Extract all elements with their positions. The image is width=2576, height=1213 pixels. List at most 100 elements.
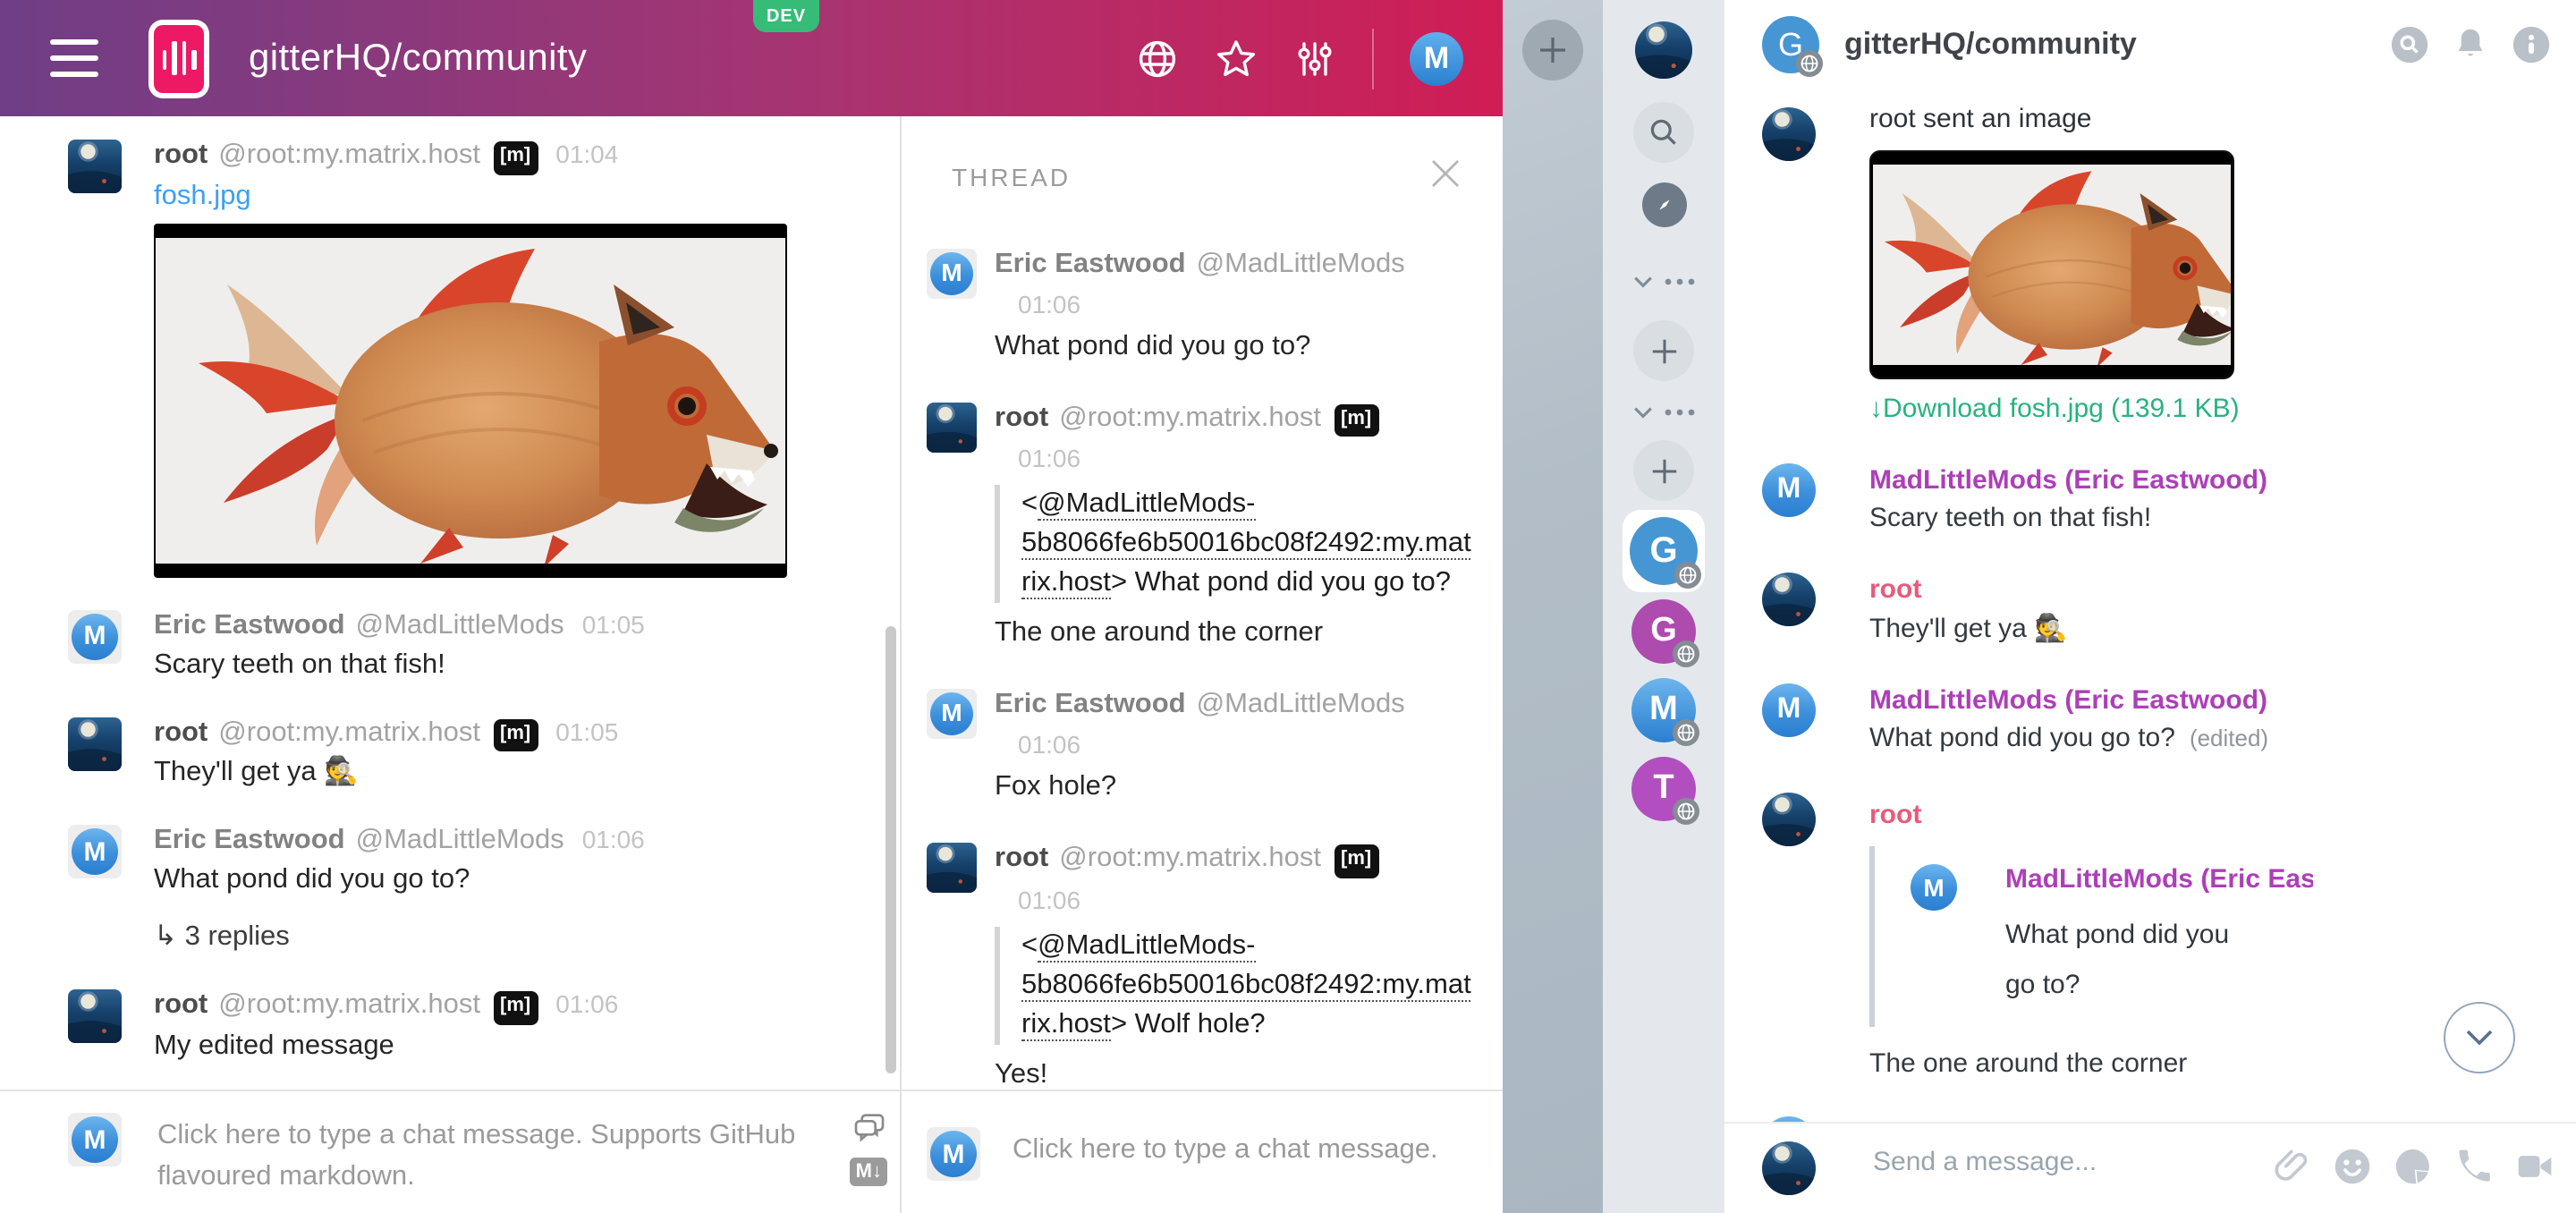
notifications-bell-icon[interactable] (2451, 25, 2490, 64)
element-room-header: G gitterHQ/community (1724, 0, 2576, 89)
public-globe-icon (1673, 798, 1699, 825)
voice-call-phone-icon[interactable] (2454, 1147, 2494, 1186)
avatar[interactable]: M (927, 249, 977, 299)
sender-name[interactable]: root (154, 140, 208, 170)
sender-handle: @MadLittleMods (1197, 249, 1405, 279)
chat-message: root@root:my.matrix.host[m]01:06 My edit… (0, 975, 900, 1083)
sender-name[interactable]: root (154, 717, 208, 747)
user-avatar[interactable] (1635, 21, 1692, 79)
thread-message: root@root:my.matrix.host[m] 01:06 <@MadL… (902, 825, 1503, 1090)
avatar[interactable]: M (1762, 462, 1816, 516)
explore-compass-icon[interactable] (1641, 182, 1686, 227)
image-attachment[interactable] (1869, 150, 2234, 379)
jump-to-bottom-button[interactable] (2444, 1002, 2515, 1073)
gitter-logo-icon[interactable] (148, 19, 209, 98)
reply-quote[interactable]: M MadLittleMods (Eric Eastwood) What pon… (1869, 846, 2533, 1027)
sender-name[interactable]: MadLittleMods (Eric Eastwood) (1869, 681, 2533, 720)
sender-name[interactable]: root (995, 843, 1048, 873)
element-chat-panel: G gitterHQ/community (1724, 0, 2576, 1213)
avatar[interactable] (68, 989, 122, 1043)
add-room-button[interactable] (1633, 320, 1694, 381)
room-avatar[interactable]: G (1762, 16, 1819, 73)
image-attachment[interactable] (154, 223, 787, 577)
sender-name[interactable]: root (995, 403, 1048, 433)
attachment-paperclip-icon[interactable] (2272, 1147, 2311, 1186)
rooms-section-toggle[interactable] (1603, 265, 1724, 297)
timeline-event: M MadLittleMods (Eric Eastwood) Scary te… (1724, 445, 2576, 555)
matrix-badge: [m] (493, 718, 538, 751)
sender-name[interactable]: Eric Eastwood (154, 609, 345, 640)
element-timeline: root sent an image ↓Download fosh.jpg (1… (1724, 89, 2576, 1122)
timestamp: 01:06 (1018, 884, 1470, 920)
timestamp: 01:06 (582, 825, 645, 853)
overflow-dots-icon (1663, 407, 1695, 416)
thread-replies-link[interactable]: ↳ 3 replies (154, 918, 868, 957)
chat-bubbles-icon[interactable] (851, 1109, 886, 1145)
thread-input[interactable] (1009, 1131, 1463, 1192)
globe-icon[interactable] (1136, 37, 1179, 80)
gitter-message-list: root@root:my.matrix.host[m]01:04 fosh.jp… (0, 116, 900, 1090)
avatar[interactable]: M (1762, 683, 1816, 736)
sender-name[interactable]: root (1869, 796, 2533, 836)
user-avatar[interactable]: M (1410, 31, 1463, 85)
download-link[interactable]: ↓Download fosh.jpg (139.1 KB) (1869, 390, 2533, 429)
avatar[interactable]: M (927, 690, 977, 740)
chevron-down-icon (1632, 405, 1652, 418)
room-item[interactable]: G (1603, 599, 1724, 664)
chat-message: M Eric Eastwood@MadLittleMods01:06 What … (0, 810, 900, 975)
message-input[interactable] (1869, 1145, 2199, 1179)
divider (1372, 28, 1374, 89)
thread-panel: THREAD M Eric Eastwood@MadLittleMods 01:… (900, 116, 1503, 1213)
sender-name[interactable]: Eric Eastwood (154, 825, 345, 855)
matrix-badge: [m] (493, 141, 538, 174)
message-text: Yes! (995, 1055, 1470, 1090)
edited-marker[interactable]: (edited) (2190, 725, 2268, 752)
room-item-selected[interactable]: G (1623, 510, 1705, 592)
sender-name[interactable]: MadLittleMods (Eric Eastwood) (1869, 461, 2533, 500)
sender-name[interactable]: Eric Eastwood (995, 690, 1186, 720)
quoted-sender-name: MadLittleMods (Eric Eastwood) (2005, 861, 2313, 900)
avatar[interactable]: M (68, 609, 122, 663)
sender-handle: @root:my.matrix.host (218, 717, 480, 747)
attachment-link[interactable]: fosh.jpg (154, 180, 251, 210)
video-call-icon[interactable] (2515, 1147, 2555, 1186)
public-globe-icon (1674, 562, 1701, 589)
people-section-toggle[interactable] (1603, 395, 1724, 428)
markdown-icon[interactable]: M↓ (851, 1158, 887, 1186)
search-icon[interactable] (2390, 25, 2429, 64)
message-text: What pond did you go to? (995, 327, 1470, 367)
avatar[interactable] (1762, 573, 1816, 626)
composer-avatar (1762, 1141, 1816, 1195)
sticker-icon[interactable] (2394, 1147, 2433, 1186)
star-favourite-icon[interactable] (1215, 37, 1258, 80)
room-item[interactable]: T (1603, 757, 1724, 821)
avatar[interactable] (1762, 793, 1816, 846)
sender-name[interactable]: root (154, 989, 208, 1020)
thread-message: M Eric Eastwood@MadLittleMods 01:06 What… (902, 231, 1503, 385)
message-text: They'll get ya 🕵️ (154, 753, 868, 793)
chat-message: root@root:my.matrix.host[m]01:04 fosh.jp… (0, 125, 900, 595)
avatar[interactable]: M (68, 825, 122, 878)
emoji-smiley-icon[interactable] (2333, 1147, 2372, 1186)
sender-handle: @root:my.matrix.host (218, 989, 480, 1020)
add-space-button[interactable] (1522, 20, 1583, 81)
gitter-chat-column: root@root:my.matrix.host[m]01:04 fosh.jp… (0, 116, 900, 1213)
chat-input[interactable] (154, 1111, 823, 1204)
room-item[interactable]: M (1603, 678, 1724, 742)
sender-handle: @MadLittleMods (356, 609, 564, 640)
menu-icon[interactable] (50, 39, 98, 77)
avatar[interactable] (927, 843, 977, 893)
chat-scrollbar[interactable] (886, 626, 896, 1073)
avatar[interactable] (68, 140, 122, 193)
settings-sliders-icon[interactable] (1293, 37, 1336, 80)
close-icon[interactable] (1428, 156, 1463, 191)
search-button[interactable] (1633, 102, 1694, 163)
add-person-button[interactable] (1633, 440, 1694, 501)
avatar[interactable] (1762, 107, 1816, 161)
avatar[interactable] (927, 403, 977, 453)
room-info-icon[interactable] (2512, 25, 2551, 64)
avatar[interactable] (68, 717, 122, 770)
sender-name[interactable]: Eric Eastwood (995, 249, 1186, 279)
sender-name[interactable]: root (1869, 571, 2533, 610)
space-panel (1503, 0, 1603, 1213)
